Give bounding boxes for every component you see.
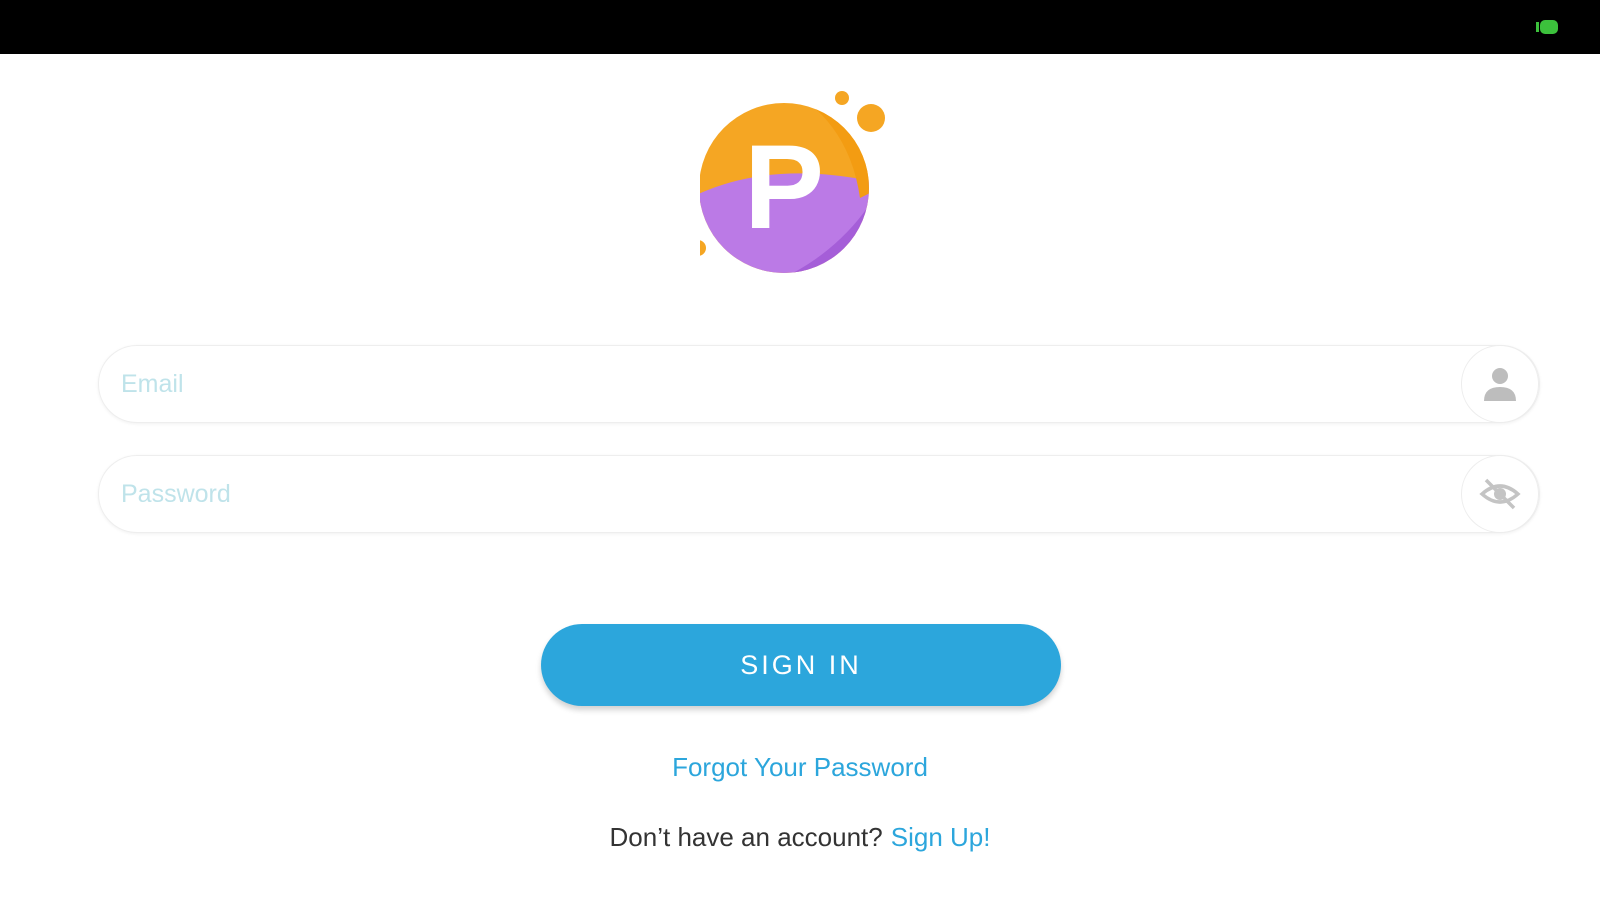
password-field[interactable] (98, 455, 1540, 533)
status-bar (0, 0, 1600, 54)
forgot-password-link[interactable]: Forgot Your Password (0, 752, 1600, 783)
sign-in-button[interactable]: SIGN IN (541, 624, 1061, 706)
signup-prompt: Don’t have an account? Sign Up! (0, 822, 1600, 853)
toggle-password-visibility-button[interactable] (1461, 455, 1539, 533)
sign-up-link[interactable]: Sign Up! (891, 822, 991, 852)
password-input[interactable] (121, 456, 1451, 532)
logo-letter: P (744, 120, 824, 254)
email-field[interactable] (98, 345, 1540, 423)
email-icon-button (1461, 345, 1539, 423)
eye-off-icon (1479, 478, 1521, 510)
email-input[interactable] (121, 346, 1451, 422)
app-logo: P (700, 91, 885, 273)
no-account-text: Don’t have an account? (609, 822, 883, 852)
battery-icon (1536, 20, 1558, 34)
person-icon (1484, 368, 1516, 401)
